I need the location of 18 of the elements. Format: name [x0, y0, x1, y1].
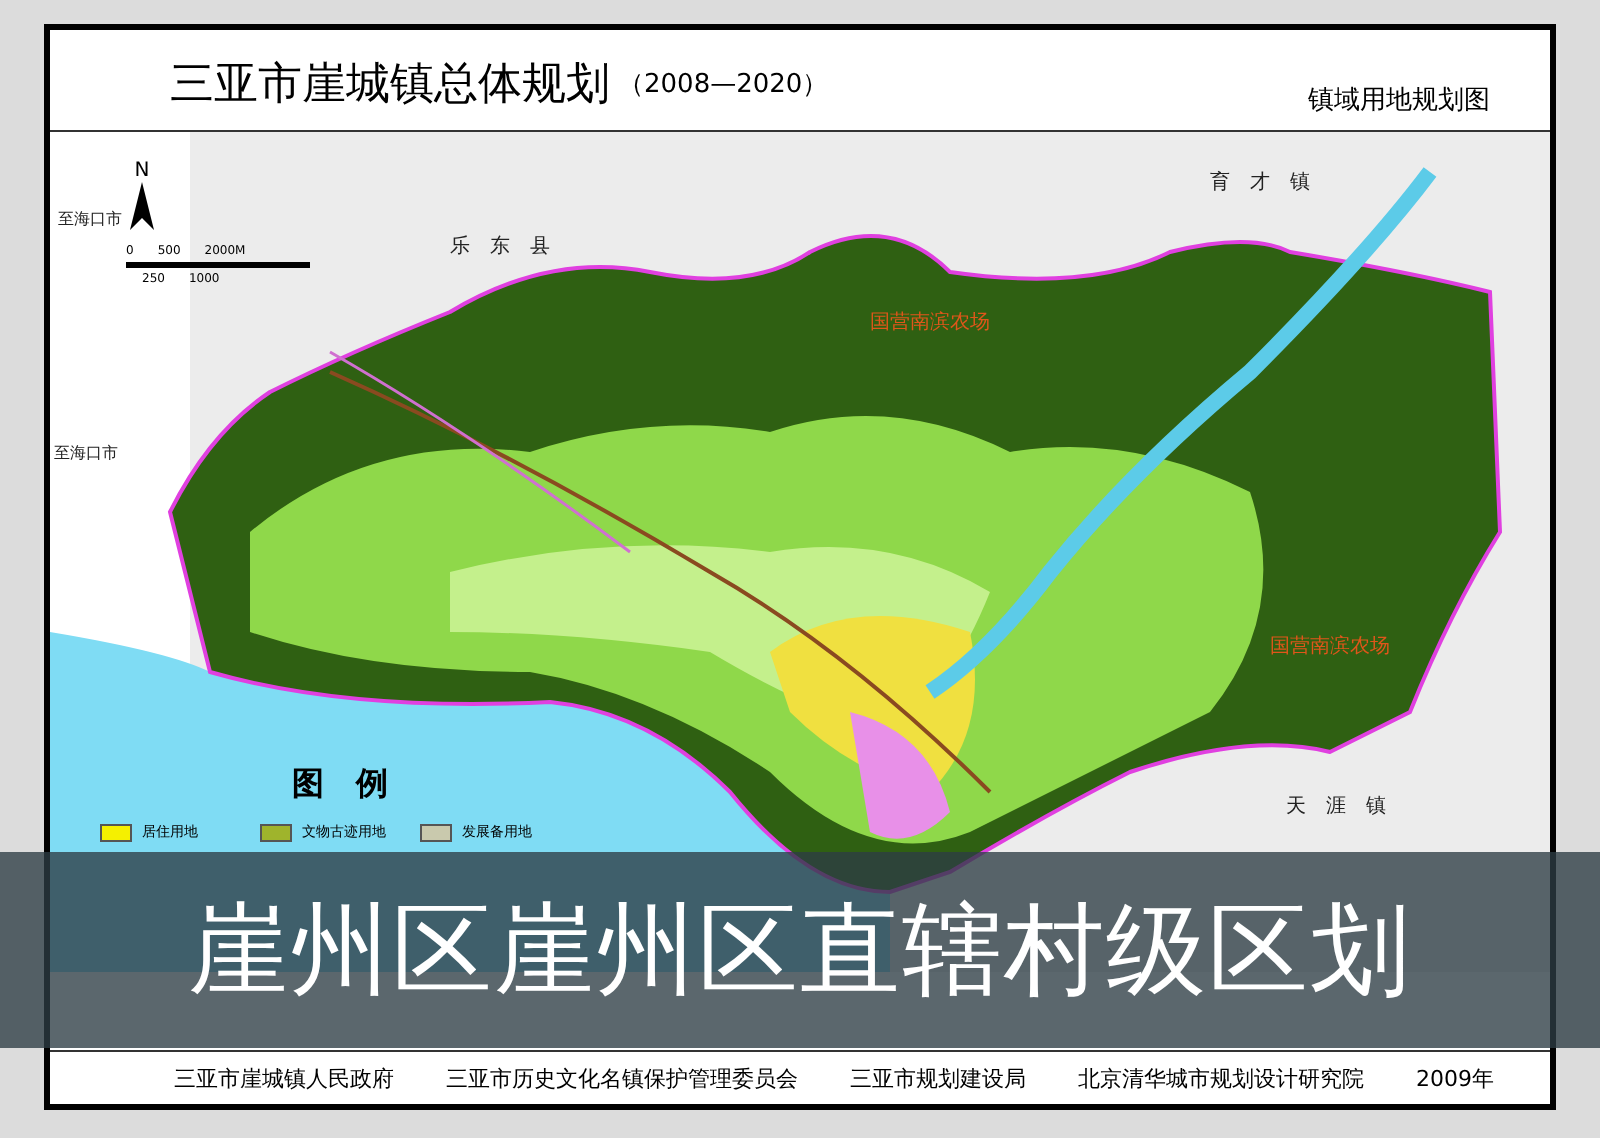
legend-title: 图 例	[290, 764, 390, 806]
place-label: 乐 东 县	[450, 233, 550, 260]
credit-text: 三亚市规划建设局	[850, 1063, 1026, 1093]
credit-text: 北京清华城市规划设计研究院	[1078, 1063, 1364, 1093]
place-label: 至海口市	[58, 208, 122, 230]
credit-text: 三亚市历史文化名镇保护管理委员会	[446, 1063, 798, 1093]
plan-years: （2008—2020）	[618, 68, 829, 102]
credit-text: 2009年	[1416, 1063, 1494, 1093]
place-label: 育 才 镇	[1210, 169, 1310, 196]
place-label: 国营南滨农场	[1270, 633, 1390, 660]
north-label: N	[134, 160, 150, 182]
banner-text: 崖州区崖州区直辖村级区划	[188, 889, 1412, 1011]
place-label: 至海口市	[54, 442, 118, 464]
credit-text: 三亚市崖城镇人民政府	[174, 1063, 394, 1093]
place-label: 国营南滨农场	[870, 309, 990, 336]
map-subtitle: 镇域用地规划图	[1308, 84, 1490, 118]
map-title: 三亚市崖城镇总体规划	[170, 58, 610, 114]
place-label: 天 涯 镇	[1286, 793, 1386, 820]
